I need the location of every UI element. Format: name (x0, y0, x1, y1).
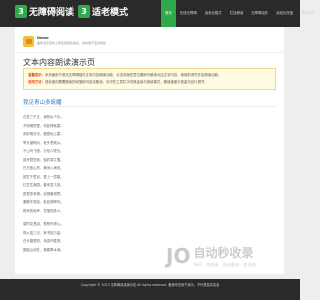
notice-box: 温馨提示：本页面用于测试无障碍组件文本内容朗读功能，点击页面任意位置即可朗读对应… (23, 68, 276, 90)
paragraph: 欲穷千里目，更上一层楼。 (23, 174, 64, 179)
nav-item-home[interactable]: 首页 (161, 0, 176, 27)
folder-icon (25, 39, 32, 44)
page-title: 文本内容朗读演示页 (23, 58, 95, 67)
paragraph: 愿君多采撷，此物最相思。 (23, 191, 64, 196)
user-card: Demo 插件演示请勿上传任何真实信息，请勿用于违法用途 (23, 36, 106, 47)
notice-line: 温馨提示：本页面用于测试无障碍组件文本内容朗读功能，点击页面任意位置即可朗读对应… (28, 72, 271, 79)
user-name[interactable]: Demo (37, 36, 106, 40)
watermark: JO 自动秒收录 SEO · 秒收录 · 自动收录 · 收录站 (166, 244, 256, 268)
top-navbar: 3 无障碍阅读 | 3 适老模式 首页 在线无障碍 适老化模式 栏目朗读 无障碍… (0, 0, 315, 27)
paragraph: 烽火连三月，家书抵万金。 (23, 230, 64, 235)
brand-logo-elderly[interactable]: 3 适老模式 (78, 5, 128, 18)
notice-tag: 温馨提示： (28, 73, 45, 77)
watermark-logo-text: JO (166, 244, 191, 268)
avatar[interactable] (23, 36, 34, 47)
main-content-panel: Demo 插件演示请勿上传任何真实信息，请勿用于违法用途 文本内容朗读演示页 温… (15, 27, 284, 274)
watermark-logo: JO (166, 244, 190, 268)
nav-item-renovation[interactable]: 适老化改造 (272, 0, 297, 27)
paragraph: 白日依山尽，黄河入海流。 (23, 166, 64, 170)
brand-label: 无障碍阅读 (29, 8, 75, 18)
watermark-subtitle: SEO · 秒收录 · 自动收录 · 收录站 (193, 262, 256, 267)
notice-text: 本页面用于测试无障碍组件文本内容朗读功能，点击页面任意位置即可朗读对应文字内容，… (44, 73, 222, 77)
section-subtitle[interactable]: 我见青山多妩媚 (23, 98, 62, 106)
paragraph: 春眠不觉晓，处处闻啼鸟。 (23, 200, 64, 204)
paragraph: 感时花溅泪，恨别鸟惊心。 (23, 222, 64, 226)
notice-tag: 使用方法： (28, 80, 45, 84)
paragraph: 不知明镜里，何处得秋霜。 (23, 123, 64, 128)
notice-line: 使用方法：鼠标指向需要朗读的段落即可自动朗读，也可在工具栏中切换连读与指读模式，… (28, 79, 271, 86)
nav-item-component[interactable]: 无障碍组件 (247, 0, 272, 27)
copyright-text: Copyright © 2023 无障碍阅读演示站 All rights res… (80, 283, 220, 287)
brand-separator: | (71, 6, 75, 16)
paragraph: 举头望明月，低头思故乡。 (23, 140, 64, 145)
watermark-title: 自动秒收录 (193, 246, 254, 260)
paragraph: 白发三千丈，缘愁似个长。 (23, 115, 64, 119)
nav-item-elderly[interactable]: 适老化模式 (201, 0, 226, 27)
main-nav: 首页 在线无障碍 适老化模式 栏目朗读 无障碍组件 适老化改造 联系我们 (161, 0, 319, 27)
divider (23, 106, 276, 107)
article-body: 白发三千丈，缘愁似个长。 不知明镜里，何处得秋霜。 床前明月光，疑是地上霜。 举… (23, 113, 276, 254)
divider (15, 52, 284, 53)
brand-label: 适老模式 (92, 8, 129, 18)
nav-item-contact[interactable]: 联系我们 (297, 0, 319, 27)
paragraph: 床前明月光，疑是地上霜。 (23, 132, 64, 136)
nav-item-read[interactable]: 栏目朗读 (226, 0, 248, 27)
footer: Copyright © 2023 无障碍阅读演示站 All rights res… (0, 279, 300, 300)
paragraph: 孤舟蓑笠翁，独钓寒江雪。 (23, 157, 64, 162)
notice-text: 鼠标指向需要朗读的段落即可自动朗读，也可在工具栏中切换连读与指读模式，朗读速度与… (44, 80, 208, 84)
brand-badge-icon: 3 (78, 5, 90, 18)
paragraph: 夜来风雨声，花落知多少。 (23, 208, 64, 213)
paragraph: 红豆生南国，春来发几枝。 (23, 183, 64, 187)
brand-badge-icon: 3 (15, 5, 27, 18)
user-description: 插件演示请勿上传任何真实信息，请勿用于违法用途 (37, 41, 107, 45)
brand-logo-accessibility[interactable]: 3 无障碍阅读 (15, 5, 74, 18)
paragraph: 千山鸟飞绝，万径人踪灭。 (23, 149, 64, 153)
nav-item-online[interactable]: 在线无障碍 (176, 0, 201, 27)
